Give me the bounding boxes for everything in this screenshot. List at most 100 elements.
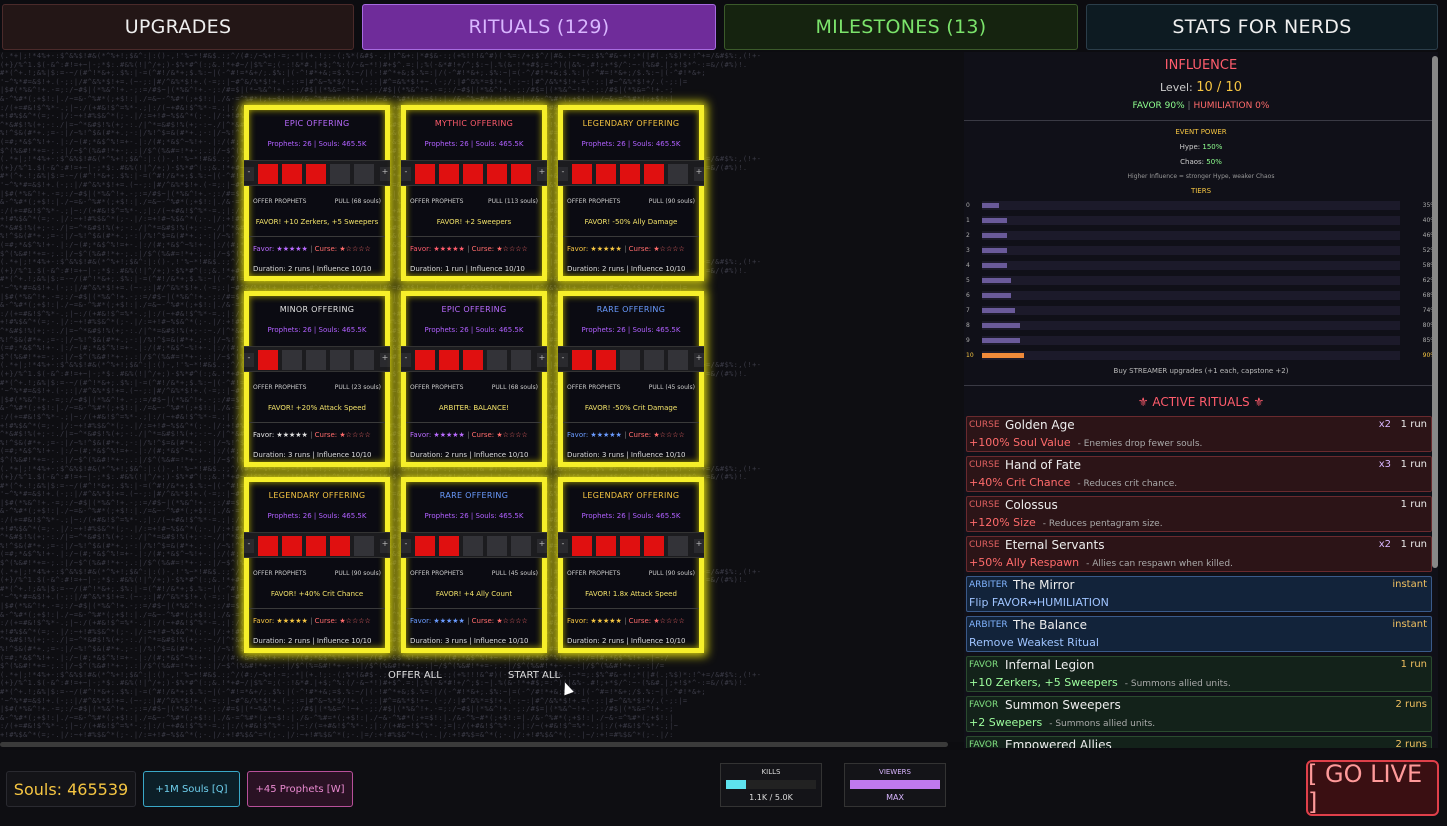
offering-slot-bar: - + [244,160,390,186]
decrease-button[interactable]: - [401,539,411,553]
active-ritual-row[interactable]: ARBITER The Balance instant Remove Weakest … [966,616,1432,652]
decrease-button[interactable]: - [558,353,568,367]
offer-prophets-button[interactable]: OFFER PROPHETS [567,570,620,577]
favor-rating: Favor: ★★★★★ [410,617,465,625]
active-ritual-row[interactable]: CURSE Golden Age x2 1 run +100% Soul Value -… [966,416,1432,452]
ritual-name: Hand of Fate [1005,458,1082,472]
offering-slot [644,164,664,184]
favor-rating: Favor: ★★★★★ [410,245,465,253]
ritual-name: Eternal Servants [1005,538,1105,552]
duration-text: Duration: 2 runs | Influence 10/10 [567,265,686,273]
tier-row: 6 68% [964,291,1438,301]
active-ritual-row[interactable]: CURSE Colossus 1 run +120% Size - Reduces p… [966,496,1432,532]
increase-button[interactable]: + [380,353,390,367]
ritual-effect: +40% Crit Chance [969,476,1071,489]
tab-upgrades[interactable]: UPGRADES [2,4,354,50]
offer-prophets-button[interactable]: OFFER PROPHETS [253,198,306,205]
offer-prophets-button[interactable]: OFFER PROPHETS [410,198,463,205]
decrease-button[interactable]: - [244,353,254,367]
favor-effect: FAVOR! +40% Crit Chance [270,590,364,598]
offering-slot [511,164,531,184]
curse-rating: Curse: ★☆☆☆☆ [628,431,685,439]
offer-prophets-button[interactable]: OFFER PROPHETS [253,384,306,391]
increase-button[interactable]: + [694,167,704,181]
offer-prophets-button[interactable]: OFFER PROPHETS [253,570,306,577]
decrease-button[interactable]: - [558,539,568,553]
tier-row: 10 90% [964,351,1438,361]
offering-slot [668,164,688,184]
pull-button[interactable]: PULL (68 souls) [492,384,538,391]
tab-milestones[interactable]: MILESTONES (13) [724,4,1078,50]
ritual-description: - Enemies drop fewer souls. [1077,439,1203,449]
active-ritual-row[interactable]: FAVOR Empowered Allies 2 runs [966,736,1432,748]
increase-button[interactable]: + [537,539,547,553]
offering-slot [258,536,278,556]
pull-button[interactable]: PULL (90 souls) [649,570,695,577]
offer-all-button[interactable]: OFFER ALL [388,670,442,684]
offering-card: EPIC OFFERING Prophets: 26 | Souls: 465.5… [401,291,547,467]
decrease-button[interactable]: - [558,167,568,181]
active-ritual-row[interactable]: ARBITER The Mirror instant Flip FAVOR↔HUMIL… [966,576,1432,612]
active-rituals-title: ⚜ ACTIVE RITUALS ⚜ [1137,395,1265,409]
increase-button[interactable]: + [694,353,704,367]
increase-button[interactable]: + [380,167,390,181]
pull-button[interactable]: PULL (68 souls) [335,198,381,205]
offering-card: RARE OFFERING Prophets: 26 | Souls: 465.5… [558,291,704,467]
ritual-name: Empowered Allies [1005,738,1112,748]
pull-button[interactable]: PULL (45 souls) [492,570,538,577]
active-ritual-row[interactable]: FAVOR Infernal Legion 1 run +10 Zerkers, +5… [966,656,1432,692]
offer-prophets-button[interactable]: OFFER PROPHETS [567,198,620,205]
offer-prophets-button[interactable]: OFFER PROPHETS [410,384,463,391]
pull-button[interactable]: PULL (23 souls) [335,384,381,391]
offering-card: RARE OFFERING Prophets: 26 | Souls: 465.5… [401,477,547,653]
decrease-button[interactable]: - [244,167,254,181]
tiers-title: TIERS [1190,187,1212,195]
tier-bar-fill [982,293,1012,298]
offer-prophets-button[interactable]: OFFER PROPHETS [410,570,463,577]
active-ritual-row[interactable]: CURSE Eternal Servants x2 1 run +50% Ally Re… [966,536,1432,572]
offering-title: MINOR OFFERING [279,305,355,314]
offering-grid: EPIC OFFERING Prophets: 26 | Souls: 465.5… [244,105,714,655]
favor-effect: FAVOR! -50% Crit Damage [584,404,678,412]
offering-slot [644,350,664,370]
ritual-name: Summon Sweepers [1005,698,1121,712]
tier-bar-fill [982,308,1016,313]
active-ritual-row[interactable]: FAVOR Summon Sweepers 2 runs +2 Sweepers - … [966,696,1432,732]
tier-number: 0 [966,202,970,209]
divider [406,236,542,237]
decrease-button[interactable]: - [244,539,254,553]
tab-stats-for-nerds[interactable]: STATS FOR NERDS [1086,4,1438,50]
glyph-line: +!#%$&^*(=;-.|/:~+!#%$&^*(;-.|/:=+!#~%$&… [0,730,674,739]
add-prophets-button[interactable]: +45 Prophets [W] [247,771,353,807]
active-ritual-row[interactable]: CURSE Hand of Fate x3 1 run +40% Crit Chance… [966,456,1432,492]
decrease-button[interactable]: - [401,353,411,367]
favor-effect: ARBITER: BALANCE! [438,404,510,412]
tab-rituals[interactable]: RITUALS (129) [362,4,716,50]
offering-slot [282,164,302,184]
tier-row: 4 58% [964,261,1438,271]
offering-slot-bar: - + [558,160,704,186]
offer-prophets-button[interactable]: OFFER PROPHETS [567,384,620,391]
pull-button[interactable]: PULL (90 souls) [335,570,381,577]
viewers-meter: VIEWERS MAX [844,763,946,807]
pull-button[interactable]: PULL (113 souls) [488,198,538,205]
decrease-button[interactable]: - [401,167,411,181]
ritual-kind: CURSE [969,420,1000,430]
increase-button[interactable]: + [537,353,547,367]
tier-number: 6 [966,292,970,299]
favor-effect: FAVOR! +10 Zerkers, +5 Sweepers [255,218,379,226]
start-all-button[interactable]: START ALL [508,670,560,684]
vertical-scrollbar[interactable] [1432,56,1438,568]
curse-rating: Curse: ★☆☆☆☆ [471,431,528,439]
glyph-line: (.*+|;!*4%+-:$^&%$!#&(*^%+!;$&^:|:()-,!'… [0,670,762,679]
pull-button[interactable]: PULL (45 souls) [649,384,695,391]
offering-slot [668,536,688,556]
increase-button[interactable]: + [694,539,704,553]
increase-button[interactable]: + [537,167,547,181]
pull-button[interactable]: PULL (90 souls) [649,198,695,205]
divider [964,385,1438,386]
add-souls-button[interactable]: +1M Souls [Q] [143,771,240,807]
horizontal-scrollbar[interactable] [0,742,948,747]
increase-button[interactable]: + [380,539,390,553]
go-live-button[interactable]: [ GO LIVE ] [1306,760,1439,816]
